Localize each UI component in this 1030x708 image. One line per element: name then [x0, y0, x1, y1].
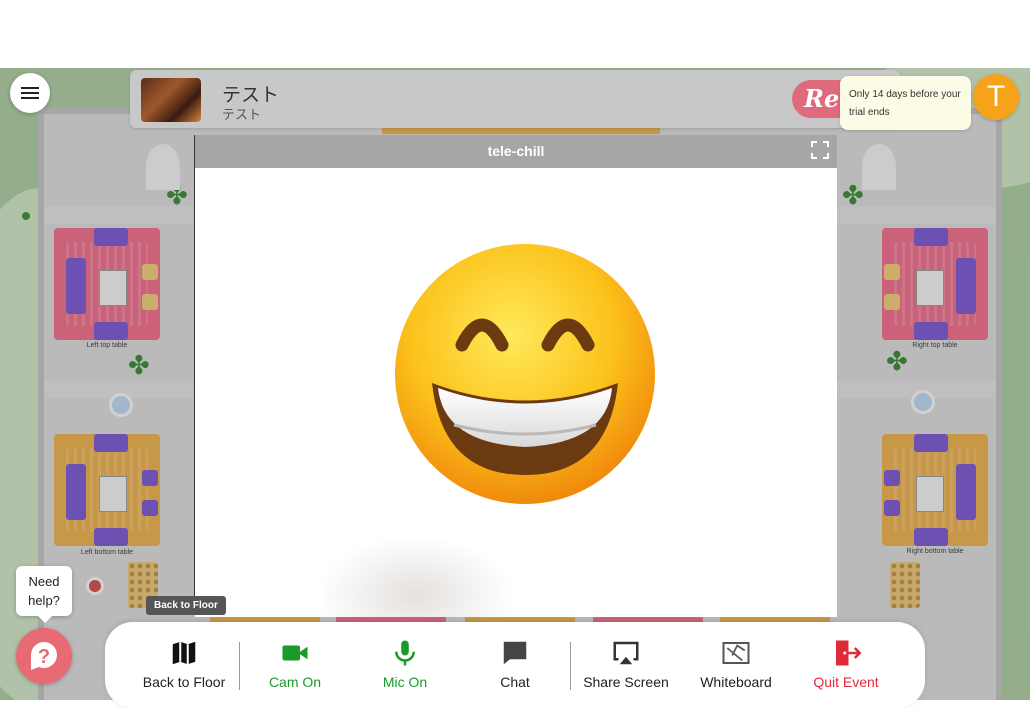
- chat-icon: [503, 641, 527, 665]
- menu-button[interactable]: [10, 73, 50, 113]
- event-subtitle: テスト: [222, 107, 262, 122]
- help-chat-icon: ?: [31, 642, 57, 670]
- video-smudge: [315, 535, 515, 617]
- cam-on-button[interactable]: Cam On: [240, 638, 350, 694]
- share-screen-label: Share Screen: [583, 674, 669, 690]
- user-avatar[interactable]: T: [973, 74, 1019, 120]
- back-to-floor-label: Back to Floor: [142, 674, 226, 690]
- video-camera-icon: [282, 645, 308, 661]
- event-title: テスト: [222, 85, 280, 106]
- fullscreen-icon[interactable]: [811, 141, 829, 159]
- airplay-icon: [613, 641, 639, 665]
- microphone-icon: [395, 640, 415, 666]
- quit-event-label: Quit Event: [813, 674, 879, 690]
- whiteboard-button[interactable]: Whiteboard: [681, 638, 791, 694]
- map-icon: [172, 641, 196, 665]
- help-bubble: Need help?: [16, 566, 72, 623]
- trial-notice: Only 14 days before your trial ends: [840, 76, 971, 130]
- video-panel: tele-chill: [195, 135, 837, 617]
- video-title: tele-chill: [487, 143, 545, 159]
- mic-on-button[interactable]: Mic On: [350, 638, 460, 694]
- help-text-line1: Need: [28, 574, 60, 589]
- top-blank-area: [0, 0, 1030, 68]
- whiteboard-label: Whiteboard: [700, 674, 772, 690]
- chat-label: Chat: [500, 674, 530, 690]
- cam-on-label: Cam On: [268, 674, 322, 690]
- exit-door-icon: [836, 640, 861, 666]
- mic-on-label: Mic On: [382, 674, 428, 690]
- share-screen-button[interactable]: Share Screen: [571, 638, 681, 694]
- tooltip: Back to Floor: [146, 596, 226, 615]
- help-text-line2: help?: [28, 593, 60, 608]
- whiteboard-icon: [722, 642, 750, 664]
- grinning-face-icon: [395, 244, 655, 504]
- bottom-toolbar: Back to Floor Cam On Mic On Chat Share S…: [105, 622, 925, 708]
- video-header: tele-chill: [195, 135, 837, 168]
- chat-button[interactable]: Chat: [460, 638, 570, 694]
- event-header: テスト テスト Re: [130, 70, 900, 128]
- svg-text:?: ?: [38, 646, 50, 668]
- quit-event-button[interactable]: Quit Event: [791, 638, 901, 694]
- help-button[interactable]: ?: [16, 628, 72, 684]
- event-thumbnail: [141, 78, 201, 122]
- back-to-floor-button[interactable]: Back to Floor: [129, 638, 239, 694]
- hamburger-icon: [21, 92, 39, 94]
